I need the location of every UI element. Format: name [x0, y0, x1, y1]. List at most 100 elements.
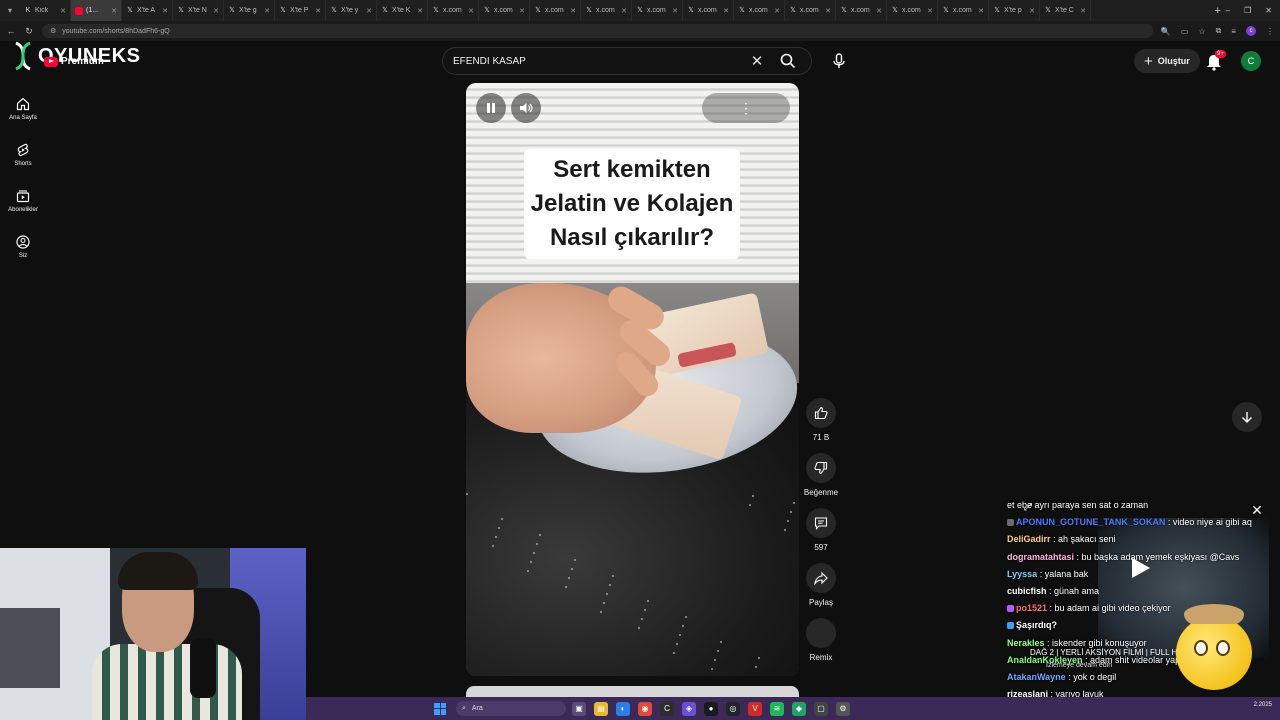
close-tab-icon[interactable]: ✕: [1080, 7, 1086, 15]
browser-tab[interactable]: 𝕏x.com ✕: [581, 0, 632, 21]
taskbar-clock[interactable]: 2.2025: [1254, 701, 1272, 709]
pause-button[interactable]: [476, 93, 506, 123]
sidebar-item-subscriptions[interactable]: Abonelikler: [0, 178, 46, 224]
app-settings-icon[interactable]: ⚙: [836, 701, 850, 716]
browser-tab[interactable]: 𝕏 X'te C ✕: [1040, 0, 1091, 21]
task-view-icon[interactable]: ▣: [572, 701, 586, 716]
close-tab-icon[interactable]: ✕: [213, 7, 219, 15]
browser-tab[interactable]: 𝕏 X'te A ✕: [122, 0, 173, 21]
browser-tab[interactable]: 𝕏x.com ✕: [785, 0, 836, 21]
browser-tab[interactable]: (1... ✕: [71, 0, 122, 21]
close-tab-icon[interactable]: ✕: [1029, 7, 1035, 15]
close-tab-icon[interactable]: ✕: [978, 7, 984, 15]
notifications-button[interactable]: 9+: [1206, 50, 1226, 72]
browser-tab[interactable]: 𝕏 X'te P ✕: [275, 0, 326, 21]
cast-icon[interactable]: ▭: [1181, 27, 1189, 36]
expand-icon[interactable]: ⤢: [1024, 502, 1032, 513]
sidebar-item-home[interactable]: Ana Sayfa: [0, 86, 46, 132]
browser-tab[interactable]: 𝕏 X'te y ✕: [326, 0, 377, 21]
bookmark-star-icon[interactable]: ☆: [1198, 27, 1205, 36]
like-button[interactable]: [806, 398, 836, 428]
browser-tab[interactable]: 𝕏x.com ✕: [530, 0, 581, 21]
discord-icon[interactable]: ◈: [682, 701, 696, 716]
app-green-icon[interactable]: ◆: [792, 701, 806, 716]
app-v-icon[interactable]: V: [748, 701, 762, 716]
browser-tab[interactable]: 𝕏x.com ✕: [683, 0, 734, 21]
chat-username[interactable]: Şaşırdıq?: [1016, 620, 1057, 630]
chat-username[interactable]: APONUN_GOTUNE_TANK_SOKAN: [1016, 517, 1165, 527]
close-tab-icon[interactable]: ✕: [621, 7, 627, 15]
close-tab-icon[interactable]: ✕: [927, 7, 933, 15]
sidebar-item-you[interactable]: Siz: [0, 224, 46, 270]
close-tab-icon[interactable]: ✕: [672, 7, 678, 15]
browser-tab[interactable]: 𝕏x.com ✕: [734, 0, 785, 21]
browser-tab[interactable]: 𝕏 X'te g ✕: [224, 0, 275, 21]
close-tab-icon[interactable]: ✕: [60, 7, 66, 15]
chat-username[interactable]: cubicfish: [1007, 586, 1047, 596]
close-tab-icon[interactable]: ✕: [111, 7, 117, 15]
browser-tab[interactable]: 𝕏x.com ✕: [887, 0, 938, 21]
share-button[interactable]: [806, 563, 836, 593]
taskbar-search[interactable]: ⌕ Ara: [456, 701, 566, 716]
remix-button[interactable]: [806, 618, 836, 648]
steam-icon[interactable]: ◎: [726, 701, 740, 716]
close-window-icon[interactable]: ✕: [1265, 6, 1272, 15]
profile-avatar[interactable]: c: [1246, 26, 1256, 36]
shorts-video-player[interactable]: Sert kemikten Jelatin ve Kolajen Nasıl ç…: [466, 83, 799, 676]
close-tab-icon[interactable]: ✕: [774, 7, 780, 15]
browser-menu-icon[interactable]: ⋮: [1266, 27, 1274, 36]
back-icon[interactable]: ←: [6, 26, 16, 36]
browser-tab[interactable]: K Kick ✕: [20, 0, 71, 21]
site-info-icon[interactable]: ⚙: [50, 27, 56, 35]
create-button[interactable]: + Oluştur: [1134, 49, 1200, 73]
browser-tab[interactable]: 𝕏x.com ✕: [632, 0, 683, 21]
chat-username[interactable]: Nerakles: [1007, 638, 1045, 648]
clear-search-icon[interactable]: ✕: [747, 52, 767, 70]
windows-start-icon[interactable]: [434, 702, 446, 715]
account-avatar[interactable]: C: [1241, 51, 1261, 71]
chat-username[interactable]: Lyyssa: [1007, 569, 1037, 579]
new-tab-button[interactable]: +: [1210, 5, 1226, 17]
search-input[interactable]: [453, 55, 747, 67]
file-explorer-icon[interactable]: ▤: [594, 701, 608, 716]
spotify-icon[interactable]: ≋: [770, 701, 784, 716]
zoom-icon[interactable]: 🔍: [1161, 27, 1171, 36]
app-c-icon[interactable]: C: [660, 701, 674, 716]
obs-icon[interactable]: ●: [704, 701, 718, 716]
dislike-button[interactable]: [806, 453, 836, 483]
address-bar[interactable]: ⚙ youtube.com/shorts/8hDadFh6-gQ: [42, 24, 1153, 38]
close-tab-icon[interactable]: ✕: [876, 7, 882, 15]
extensions-icon[interactable]: ⧉: [1216, 26, 1222, 36]
browser-tab[interactable]: 𝕏x.com ✕: [836, 0, 887, 21]
mini-player-play-icon[interactable]: [1132, 558, 1150, 578]
restore-icon[interactable]: ❐: [1244, 6, 1251, 15]
comments-button[interactable]: [806, 508, 836, 538]
youtube-premium-logo[interactable]: Premium: [44, 56, 104, 67]
close-tab-icon[interactable]: ✕: [519, 7, 525, 15]
reload-icon[interactable]: ↻: [24, 26, 34, 37]
close-tab-icon[interactable]: ✕: [723, 7, 729, 15]
more-options-button[interactable]: ⋮: [702, 93, 790, 123]
chat-username[interactable]: DeliGadirr: [1007, 534, 1051, 544]
close-tab-icon[interactable]: ✕: [315, 7, 321, 15]
close-tab-icon[interactable]: ✕: [366, 7, 372, 15]
browser-tab[interactable]: 𝕏x.com ✕: [938, 0, 989, 21]
browser-tab[interactable]: 𝕏 X'te N ✕: [173, 0, 224, 21]
close-mini-player-icon[interactable]: ✕: [1250, 502, 1264, 519]
close-tab-icon[interactable]: ✕: [417, 7, 423, 15]
browser-tab[interactable]: 𝕏x.com ✕: [479, 0, 530, 21]
browser-tab[interactable]: 𝕏 X'te K ✕: [377, 0, 428, 21]
search-button[interactable]: [775, 51, 801, 71]
minimize-icon[interactable]: –: [1226, 6, 1230, 15]
close-tab-icon[interactable]: ✕: [570, 7, 576, 15]
menu-list-icon[interactable]: ≡: [1231, 27, 1236, 36]
browser-tab[interactable]: 𝕏 X'te p ✕: [989, 0, 1040, 21]
next-video-button[interactable]: [1232, 402, 1262, 432]
close-tab-icon[interactable]: ✕: [468, 7, 474, 15]
chat-username[interactable]: po1521: [1016, 603, 1047, 613]
app-gray-icon[interactable]: ▢: [814, 701, 828, 716]
voice-search-button[interactable]: [826, 49, 852, 73]
browser-tab[interactable]: 𝕏x.com ✕: [428, 0, 479, 21]
chat-username[interactable]: dogramatahtasi: [1007, 552, 1074, 562]
chat-username[interactable]: AtakanWayne: [1007, 672, 1066, 682]
